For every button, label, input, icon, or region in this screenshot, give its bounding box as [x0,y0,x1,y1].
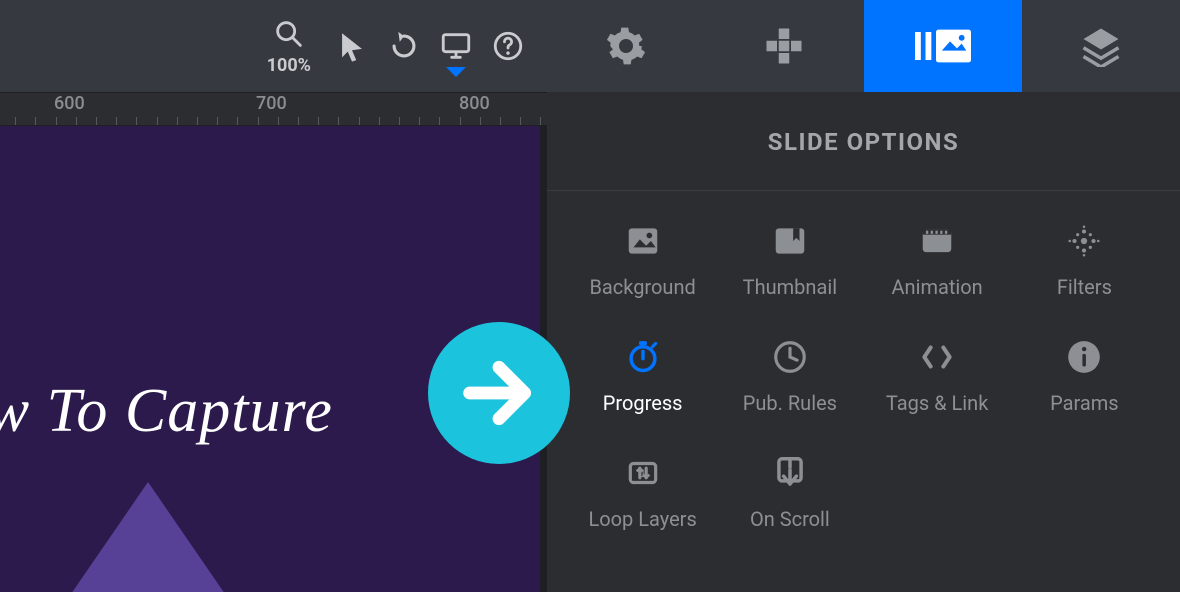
tagslink-icon [917,337,957,377]
preview-tool[interactable] [439,29,473,63]
option-thumbnail[interactable]: Thumbnail [716,221,863,299]
option-grid: Background Thumbnail Animation Filters Progr… [547,221,1180,531]
ruler-number: 600 [54,93,85,114]
option-label: Tags & Link [886,391,988,415]
option-label: Progress [603,391,683,415]
option-progress[interactable]: Progress [569,337,716,415]
option-background[interactable]: Background [569,221,716,299]
params-icon [1064,337,1104,377]
tab-layers[interactable] [1022,0,1180,92]
preview-active-indicator [446,67,466,77]
onscroll-icon [770,453,810,493]
option-label: Filters [1057,275,1112,299]
animation-icon [917,221,957,261]
canvas-pane: 100% 600700800 How To C [0,0,547,592]
undo-tool[interactable] [387,29,421,63]
progress-icon [623,337,663,377]
tab-navigation[interactable] [705,0,863,92]
zoom-tool[interactable]: 100% [267,17,311,76]
help-tool[interactable] [491,29,525,63]
background-icon [623,221,663,261]
monitor-icon [439,29,473,63]
canvas-toolbar: 100% [0,0,547,92]
cursor-icon [335,29,369,63]
dpad-icon [763,25,805,67]
help-icon [491,29,525,63]
tab-slide[interactable] [864,0,1022,92]
option-label: Background [589,275,695,299]
triangle-shape[interactable] [38,482,258,592]
panel-title: SLIDE OPTIONS [547,92,1180,190]
undo-icon [387,29,421,63]
canvas-area[interactable]: How To Capture [0,126,547,592]
horizontal-ruler: 600 700 800 [0,92,547,126]
panel-tabs [547,0,1180,92]
panel-body: SLIDE OPTIONS Background Thumbnail Animati… [547,92,1180,592]
filters-icon [1064,221,1104,261]
pubrules-icon [770,337,810,377]
options-pane: SLIDE OPTIONS Background Thumbnail Animati… [547,0,1180,592]
ruler-number: 700 [256,93,287,114]
gear-icon [605,25,647,67]
slide-headline[interactable]: How To Capture [0,376,333,447]
pointer-tool[interactable] [335,29,369,63]
option-label: Pub. Rules [743,391,837,415]
slides-icon [915,25,971,67]
ruler-number: 800 [459,93,490,114]
option-params[interactable]: Params [1011,337,1158,415]
arrow-right-icon [455,349,543,437]
option-label: Params [1050,391,1119,415]
option-label: Loop Layers [588,507,696,531]
svg-text:1: 1 [640,468,646,480]
option-label: On Scroll [750,507,830,531]
option-label: Animation [892,275,983,299]
next-arrow-badge[interactable] [428,322,570,464]
option-filters[interactable]: Filters [1011,221,1158,299]
layers-icon [1080,25,1122,67]
option-pubrules[interactable]: Pub. Rules [716,337,863,415]
panel-divider [547,190,1180,191]
option-looplayers[interactable]: 1 Loop Layers [569,453,716,531]
option-animation[interactable]: Animation [864,221,1011,299]
thumbnail-icon [770,221,810,261]
option-tagslink[interactable]: Tags & Link [864,337,1011,415]
looplayers-icon: 1 [623,453,663,493]
option-onscroll[interactable]: On Scroll [716,453,863,531]
option-label: Thumbnail [743,275,837,299]
search-icon [272,17,306,51]
tab-settings[interactable] [547,0,705,92]
zoom-level: 100% [267,55,311,76]
